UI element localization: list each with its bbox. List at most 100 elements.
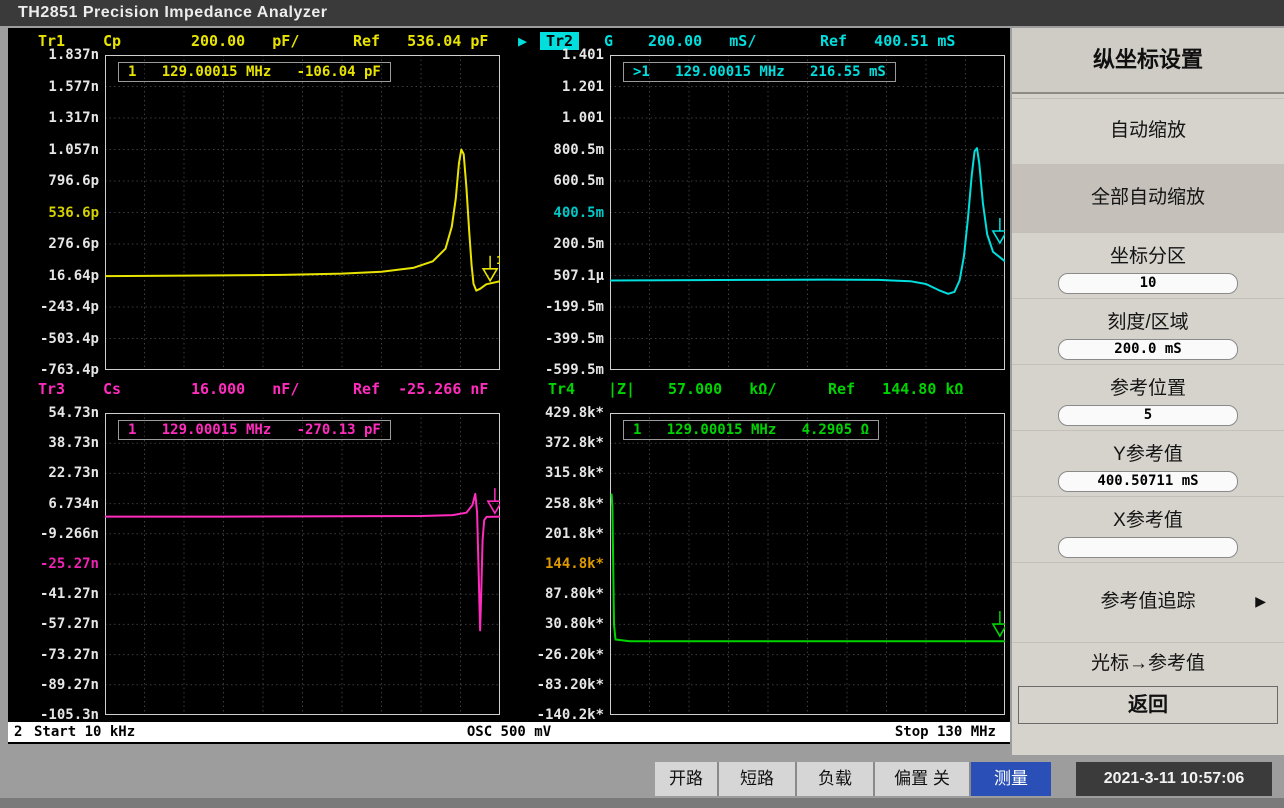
sweep-stop-label: Stop 130 MHz [894, 724, 996, 740]
tr2-scale: 200.00 mS/ [648, 32, 757, 50]
y-axis-label: 372.8k* [544, 435, 604, 452]
y-axis-label: 1.401 [561, 47, 604, 63]
sidebar-item-ref-position[interactable]: 参考位置 5 [1012, 364, 1284, 430]
window-title: TH2851 Precision Impedance Analyzer [0, 0, 1284, 26]
y-axis-label: 1.001 [561, 110, 604, 126]
sidebar-item-label: 全部自动缩放 [1090, 187, 1205, 208]
y-axis-label: 800.5m [553, 141, 604, 158]
sidebar-item-marker-to-ref[interactable]: 光标→参考值 [1012, 642, 1284, 686]
tr4-param: |Z| [608, 380, 636, 398]
tr3-ref: Ref -25.266 nF [353, 380, 489, 398]
sidebar-item-value[interactable]: 5 [1058, 405, 1238, 426]
sidebar-item-label: 光标→参考值 [1090, 653, 1205, 674]
y-axis-label: 16.64p [48, 267, 99, 284]
y-axis-label: -503.4p [39, 330, 99, 347]
y-axis-label: -9.266n [39, 525, 99, 542]
sidebar-item-label: X参考值 [1113, 510, 1183, 531]
tr3-label[interactable]: Tr3 [38, 380, 65, 398]
load-cal-button[interactable]: 负载 [797, 762, 875, 796]
y-axis-label: 201.8k* [544, 525, 604, 542]
sidebar-item-value[interactable] [1058, 537, 1238, 558]
y-axis-label: -83.20k* [536, 676, 604, 693]
marker-readout: 1 129.00015 MHz -106.04 pF [118, 62, 391, 82]
marker-readout: 1 129.00015 MHz -270.13 pF [118, 420, 391, 440]
y-axis-label: 429.8k* [544, 405, 604, 421]
y-axis-label: -73.27n [39, 646, 99, 663]
y-axis-label: 38.73n [48, 435, 99, 452]
y-axis-label: 200.5m [553, 236, 604, 252]
sidebar-item-auto-scale[interactable]: 自动缩放 [1012, 98, 1284, 164]
tr4-label[interactable]: Tr4 [548, 380, 575, 398]
trace-header-row-1: Tr1 Cp 200.00 pF/ Ref 536.04 pF ▶ Tr2 G … [8, 32, 1010, 52]
open-cal-button[interactable]: 开路 [655, 762, 719, 796]
y-axis-label: -399.5m [544, 330, 604, 347]
sidebar-item-label: Y参考值 [1113, 444, 1183, 465]
sidebar-item-ref-tracking[interactable]: 参考值追踪 ▶ [1012, 562, 1284, 642]
softkey-menu: 纵坐标设置 ▲ ▼ 自动缩放全部自动缩放坐标分区10刻度/区域200.0 mS参… [1012, 28, 1284, 755]
sidebar-item-scale-per-div[interactable]: 刻度/区域 200.0 mS [1012, 298, 1284, 364]
y-axis-label: 1.057n [48, 141, 99, 158]
sidebar-item-value[interactable]: 400.50711 mS [1058, 471, 1238, 492]
sidebar-item-label: 参考位置 [1109, 378, 1186, 399]
tr1-param: Cp [103, 32, 122, 50]
y-axis-label: 6.734n [48, 495, 99, 512]
plot-panel-tr4: 11 129.00015 MHz 4.2905 Ω [610, 413, 1005, 715]
y-axis-label: 315.8k* [544, 465, 604, 482]
sidebar-item-label: 坐标分区 [1109, 246, 1186, 267]
bias-off-button[interactable]: 偏置 关 [875, 762, 971, 796]
y-axis-label: 30.80k* [544, 616, 604, 633]
sidebar-item-y-ref-value[interactable]: Y参考值 400.50711 mS [1012, 430, 1284, 496]
y-axis-label: -25.27n [39, 556, 99, 572]
y-axis-label: 1.577n [48, 78, 99, 95]
y-axis-label: -599.5m [544, 362, 604, 378]
y-axis-label: 796.6p [48, 173, 99, 189]
tr4-ref: Ref 144.80 kΩ [828, 380, 964, 398]
y-axis-label: 536.6p [48, 204, 99, 221]
measure-button[interactable]: 测量 [971, 762, 1051, 796]
y-axis-label: 1.317n [48, 110, 99, 126]
y-axis-label: 22.73n [48, 465, 99, 482]
plot-panel-tr3: 11 129.00015 MHz -270.13 pF [105, 413, 500, 715]
sidebar-item-x-ref-value[interactable]: X参考值 [1012, 496, 1284, 562]
y-axis-label: -199.5m [544, 299, 604, 315]
clock-display: 2021-3-11 10:57:06 [1076, 762, 1272, 796]
tr2-param: G [604, 32, 614, 50]
y-axis-label: 144.8k* [544, 556, 604, 572]
svg-text:1: 1 [496, 254, 500, 267]
tr1-scale: 200.00 pF/ [191, 32, 300, 50]
y-axis-label: 1.837n [48, 47, 99, 63]
sidebar-item-label: 参考值追踪 [1100, 591, 1196, 612]
y-axis-label: -105.3n [39, 707, 99, 723]
sidebar-item-value[interactable]: 10 [1058, 273, 1238, 294]
y-axis-label: 507.1µ [553, 267, 604, 284]
sweep-status-bar: 2 Start 10 kHz OSC 500 mV Stop 130 MHz [8, 722, 1010, 742]
tr2-ref: Ref 400.51 mS [820, 32, 956, 50]
plot-panel-tr2: 1>1 129.00015 MHz 216.55 mS [610, 55, 1005, 370]
y-axis-label: -243.4p [39, 299, 99, 315]
submenu-arrow-icon: ▶ [1255, 592, 1266, 609]
calibration-button-bar: 开路 短路 负载 偏置 关测量 [655, 762, 1051, 796]
sidebar-item-divisions[interactable]: 坐标分区 10 [1012, 232, 1284, 298]
y-axis-label: -26.20k* [536, 646, 604, 663]
sidebar-item-label: 刻度/区域 [1107, 312, 1189, 333]
sidebar-item-auto-scale-all[interactable]: 全部自动缩放 [1012, 164, 1284, 232]
y-axis-label: -763.4p [39, 362, 99, 378]
tr3-param: Cs [103, 380, 122, 398]
sidebar-item-value[interactable]: 200.0 mS [1058, 339, 1238, 360]
y-axis-label: 600.5m [553, 173, 604, 189]
short-cal-button[interactable]: 短路 [719, 762, 797, 796]
marker-readout: 1 129.00015 MHz 4.2905 Ω [623, 420, 880, 440]
tr4-scale: 57.000 kΩ/ [668, 380, 777, 398]
y-axis-label: 87.80k* [544, 586, 604, 603]
y-axis-label: 54.73n [48, 405, 99, 421]
back-button[interactable]: 返回 [1018, 686, 1278, 724]
y-axis-label: 276.6p [48, 236, 99, 252]
measurement-screen: Tr1 Cp 200.00 pF/ Ref 536.04 pF ▶ Tr2 G … [8, 28, 1010, 744]
y-axis-label: -57.27n [39, 616, 99, 633]
sidebar-item-label: 自动缩放 [1109, 120, 1186, 141]
menu-title: 纵坐标设置 [1012, 28, 1284, 94]
y-axis-label: 400.5m [553, 204, 604, 221]
bottom-band [0, 798, 1284, 808]
y-axis-label: -140.2k* [536, 707, 604, 723]
tr1-ref: Ref 536.04 pF [353, 32, 489, 50]
